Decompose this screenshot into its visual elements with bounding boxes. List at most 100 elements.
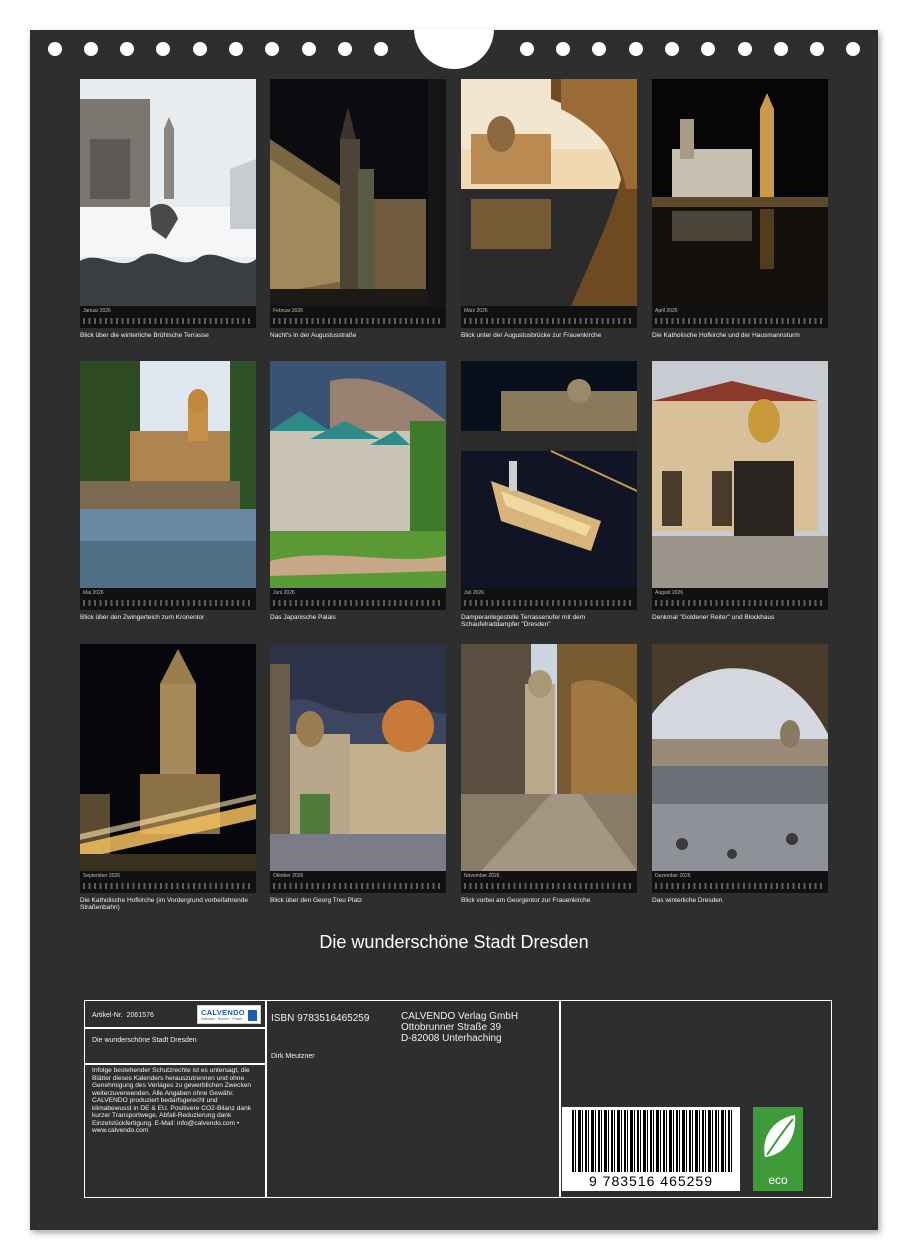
photo-caption: Blick vorbei am Georgentor zur Frauenkir… — [461, 897, 591, 904]
photo-caption: Die Katholische Hofkirche und der Hausma… — [652, 332, 800, 339]
month-strip: Januar 2026 — [80, 306, 256, 328]
year-label: 2026 — [472, 590, 485, 596]
year-label: 2026 — [292, 873, 304, 879]
binding-hole — [265, 42, 279, 56]
binding-hole — [193, 42, 207, 56]
legal-notice: Infolge bestehender Schutzrechte ist es … — [92, 1067, 252, 1134]
month-strip: Oktober 2026 — [270, 871, 446, 893]
publisher-street: Ottobrunner Straße 39 — [401, 1022, 502, 1033]
eco-badge: eco — [753, 1107, 803, 1191]
day-grid — [464, 318, 634, 324]
isbn: ISBN 9783516465259 — [271, 1013, 370, 1024]
year-label: 2026 — [99, 308, 111, 314]
photo-caption: Blick über die winterliche Brühlsche Ter… — [80, 332, 209, 339]
month-strip: Juli 2026 — [461, 588, 637, 610]
day-grid — [273, 318, 443, 324]
eco-label: eco — [768, 1173, 788, 1187]
year-label: 2026 — [92, 590, 104, 596]
binding-hole — [810, 42, 824, 56]
photo-september — [80, 644, 256, 871]
binding-hole — [665, 42, 679, 56]
photo-january — [80, 79, 256, 306]
month-name: April — [655, 308, 666, 314]
year-label: 2026 — [291, 308, 304, 314]
day-grid — [655, 318, 825, 324]
calendar-back-page: Januar 2026 Blick über die winterliche B… — [30, 29, 878, 1230]
binding-hole — [229, 42, 243, 56]
binding-hole — [374, 42, 388, 56]
month-strip: September 2026 — [80, 871, 256, 893]
binding-hole — [592, 42, 606, 56]
photo-october — [270, 644, 446, 871]
photo-caption: Das Japanische Palais — [270, 614, 336, 621]
photo-august — [652, 361, 828, 588]
binding-hole — [738, 42, 752, 56]
binding-hole — [774, 42, 788, 56]
day-grid — [83, 883, 253, 889]
leaf-icon — [764, 1115, 796, 1157]
divider — [559, 1001, 561, 1197]
month-strip: Dezember 2026 — [652, 871, 828, 893]
hanger-cutout — [414, 29, 494, 69]
binding-hole — [338, 42, 352, 56]
calendar-title: Die wunderschöne Stadt Dresden — [319, 932, 589, 952]
photo-february — [270, 79, 446, 306]
month-name: Mai — [83, 590, 92, 596]
year-label: 2026 — [108, 873, 120, 879]
year-label: 2026 — [666, 308, 678, 314]
barcode-digits: 9 783516 465259 — [589, 1173, 713, 1189]
month-name: Februar — [273, 308, 291, 314]
divider — [85, 1027, 265, 1029]
divider — [265, 1001, 267, 1197]
day-grid — [273, 600, 443, 606]
day-grid — [83, 318, 253, 324]
month-name: August — [655, 590, 671, 596]
month-name: Januar — [83, 308, 99, 314]
month-name: September — [83, 873, 108, 879]
publisher-city: D-82008 Unterhaching — [401, 1033, 502, 1044]
year-label: 2026 — [488, 873, 500, 879]
month-strip: Mai 2026 — [80, 588, 256, 610]
day-grid — [464, 883, 634, 889]
binding-hole — [629, 42, 643, 56]
month-strip: Februar 2026 — [270, 306, 446, 328]
month-strip: März 2026 — [461, 306, 637, 328]
binding-hole — [156, 42, 170, 56]
day-grid — [273, 883, 443, 889]
month-name: Oktober — [273, 873, 291, 879]
isbn-barcode: 9 783516 465259 — [562, 1107, 740, 1191]
month-name: Juni — [273, 590, 283, 596]
photo-may — [80, 361, 256, 588]
binding-hole — [701, 42, 715, 56]
photo-april — [652, 79, 828, 306]
photo-caption: Nacht's in der Augustusstraße — [270, 332, 357, 339]
photo-caption: Blick über den Zwingerteich zum Kronento… — [80, 614, 205, 621]
photo-caption: Das winterliche Dresden — [652, 897, 723, 904]
day-grid — [655, 883, 825, 889]
divider — [85, 1063, 265, 1065]
photo-caption: Damperanlegestelle Terrassenufer mit dem… — [461, 614, 586, 628]
month-name: Dezember — [655, 873, 679, 879]
photo-march — [461, 79, 637, 306]
calendar-title-small: Die wunderschöne Stadt Dresden — [92, 1037, 197, 1044]
binding-hole — [556, 42, 570, 56]
binding-hole — [846, 42, 860, 56]
photo-caption: Blick über den Georg Treu Platz — [270, 897, 363, 904]
year-label: 2026 — [671, 590, 684, 596]
photo-caption: Die Katholische Hofkirche (im Vordergrun… — [80, 897, 249, 911]
photo-july — [461, 361, 637, 588]
month-strip: April 2026 — [652, 306, 828, 328]
month-name: November — [464, 873, 488, 879]
article-number: Artikel-Nr. 2061576 — [92, 1012, 154, 1019]
binding-hole — [520, 42, 534, 56]
binding-hole — [48, 42, 62, 56]
day-grid — [83, 600, 253, 606]
year-label: 2026 — [679, 873, 691, 879]
month-strip: Juni 2026 — [270, 588, 446, 610]
month-strip: August 2026 — [652, 588, 828, 610]
photo-november — [461, 644, 637, 871]
year-label: 2026 — [283, 590, 295, 596]
photo-caption: Denkmal "Goldener Reiter" und Blockhaus — [652, 614, 775, 621]
month-name: Juli — [464, 590, 472, 596]
photo-june — [270, 361, 446, 588]
